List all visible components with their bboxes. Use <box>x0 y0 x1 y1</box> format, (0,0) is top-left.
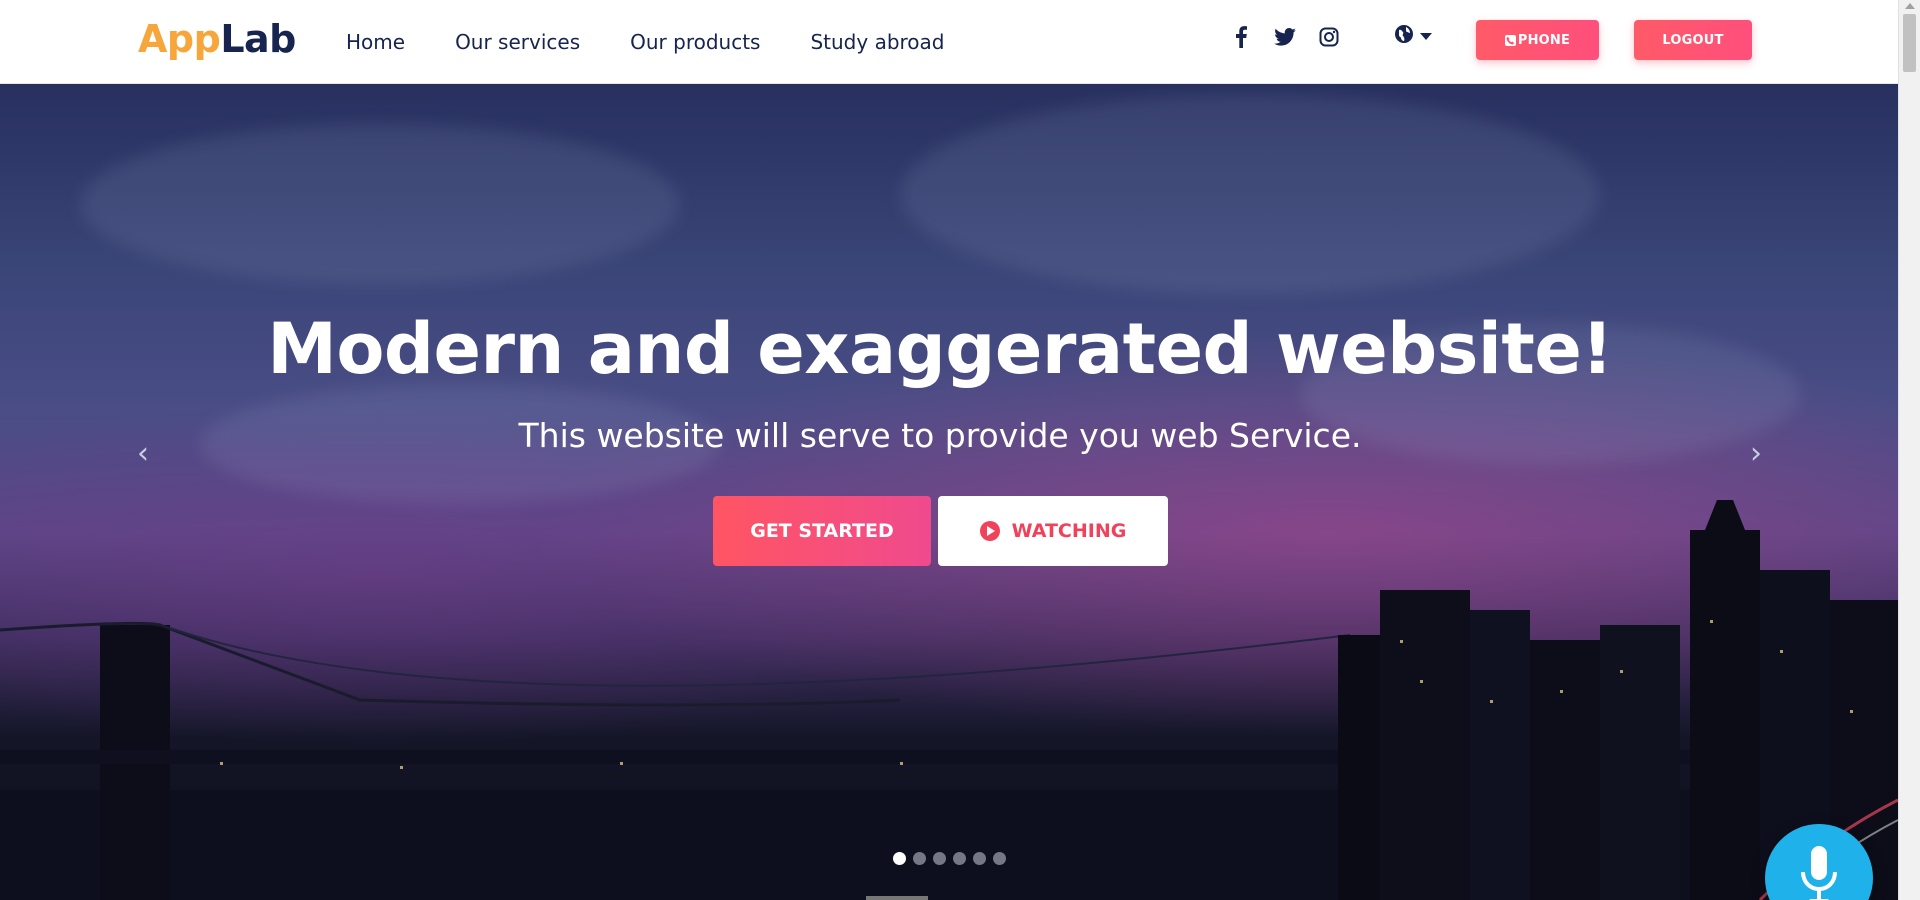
nav-our-services[interactable]: Our services <box>455 28 580 56</box>
slider-prev-arrow[interactable]: ‹ <box>131 434 155 474</box>
slider-dot-5[interactable] <box>973 852 986 865</box>
sky-cloud <box>900 94 1600 294</box>
applab-logo[interactable]: AppLab <box>138 16 296 62</box>
hero-title: Modern and exaggerated website! <box>267 308 1613 390</box>
slider-dot-3[interactable] <box>933 852 946 865</box>
globe-icon <box>1394 24 1414 48</box>
hero-slider: Modern and exaggerated website! This web… <box>0 84 1898 900</box>
facebook-icon[interactable] <box>1228 24 1254 50</box>
main-nav: Home Our services Our products Study abr… <box>346 28 995 56</box>
site-header: AppLab Home Our services Our products St… <box>0 0 1898 84</box>
slider-pagination <box>893 852 1013 865</box>
slider-dot-4[interactable] <box>953 852 966 865</box>
logout-button[interactable]: LOGOUT <box>1634 20 1752 60</box>
phone-label: PHONE <box>1517 32 1571 48</box>
language-selector[interactable] <box>1394 24 1432 48</box>
phone-button[interactable]: PHONE <box>1476 20 1599 60</box>
nav-home[interactable]: Home <box>346 28 405 56</box>
microphone-icon <box>1799 846 1839 900</box>
nav-study-abroad[interactable]: Study abroad <box>810 28 944 56</box>
page-scrollbar[interactable] <box>1898 0 1920 900</box>
chevron-down-icon <box>1420 32 1432 40</box>
get-started-button[interactable]: GET STARTED <box>713 496 931 566</box>
slider-dot-6[interactable] <box>993 852 1006 865</box>
watching-label: WATCHING <box>1011 520 1127 542</box>
play-icon <box>979 521 1000 541</box>
hero-subtitle: This website will serve to provide you w… <box>518 416 1362 455</box>
logo-part-lab: Lab <box>220 17 296 61</box>
sky-cloud <box>80 124 680 284</box>
social-links <box>1228 24 1360 50</box>
slider-dot-2[interactable] <box>913 852 926 865</box>
phone-icon <box>1504 34 1516 46</box>
watching-button[interactable]: WATCHING <box>938 496 1168 566</box>
logo-part-app: App <box>138 17 221 61</box>
slider-dot-1[interactable] <box>893 852 906 865</box>
scroll-indicator <box>866 896 928 900</box>
slider-next-arrow[interactable]: › <box>1744 434 1768 474</box>
scrollbar-thumb[interactable] <box>1903 14 1916 72</box>
scroll-up-arrow-icon[interactable] <box>1905 3 1915 9</box>
nav-our-products[interactable]: Our products <box>630 28 760 56</box>
instagram-icon[interactable] <box>1316 24 1342 50</box>
twitter-icon[interactable] <box>1272 24 1298 50</box>
